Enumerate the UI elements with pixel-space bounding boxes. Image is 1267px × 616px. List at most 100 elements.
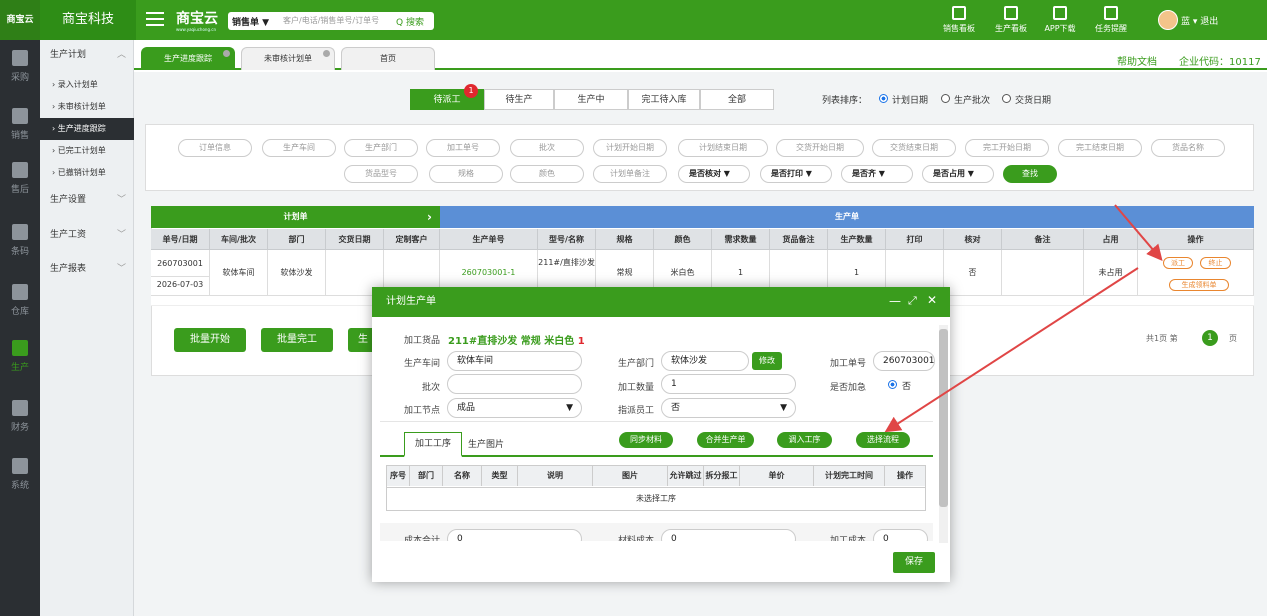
filter-occupied-select[interactable]: 是否占用 ▼: [922, 165, 994, 183]
task-reminder-button[interactable]: 任务提醒: [1088, 4, 1134, 38]
status-tab-all[interactable]: 全部: [700, 89, 774, 110]
tab-home[interactable]: 首页: [341, 47, 435, 70]
find-button[interactable]: 查找: [1003, 165, 1057, 183]
status-tab-pending-production[interactable]: 待生产: [484, 89, 554, 110]
submenu-group-settings[interactable]: 生产设置 ﹀: [40, 185, 134, 215]
nav-finance[interactable]: 财务: [0, 394, 40, 442]
dept-input[interactable]: 软体沙发: [661, 351, 749, 371]
filter-input[interactable]: 颜色: [510, 165, 584, 183]
submenu-group-wages[interactable]: 生产工资 ﹀: [40, 220, 134, 250]
submenu-item-entry[interactable]: › 录入计划单: [40, 74, 134, 96]
workshop-input[interactable]: 软体车间: [447, 351, 582, 371]
subtab-images[interactable]: 生产图片: [468, 437, 504, 450]
logout-link[interactable]: 退出: [1200, 17, 1218, 27]
modal-scrollbar[interactable]: [939, 325, 948, 543]
nav-system[interactable]: 系统: [0, 452, 40, 500]
filter-input[interactable]: 生产部门: [344, 139, 418, 157]
search-type-select[interactable]: 销售单 ▼: [232, 15, 269, 28]
node-select[interactable]: 成品 ▼: [447, 398, 582, 418]
chevron-right-icon[interactable]: ›: [419, 206, 440, 228]
tab-unreviewed[interactable]: 未审核计划单: [241, 47, 335, 70]
generate-material-button[interactable]: 生成领料单: [1169, 279, 1229, 291]
sort-radio-delivery[interactable]: [1002, 94, 1011, 103]
status-tab-pending-storage[interactable]: 完工待入库: [628, 89, 700, 110]
sync-material-button[interactable]: 同步材料: [619, 432, 673, 448]
avatar[interactable]: [1158, 10, 1178, 30]
sales-board-button[interactable]: 销售看板: [936, 4, 982, 38]
subtab-process[interactable]: 加工工序: [404, 432, 462, 457]
urgent-radio-no[interactable]: [888, 380, 897, 389]
material-cost-input[interactable]: 0: [661, 529, 796, 541]
filter-input[interactable]: 完工结束日期: [1058, 139, 1142, 157]
caret-down-icon: ▼: [780, 403, 787, 413]
company-code: 企业代码：10117: [1179, 57, 1261, 68]
select-flow-button[interactable]: 选择流程: [856, 432, 910, 448]
nav-warehouse[interactable]: 仓库: [0, 278, 40, 326]
app-logo[interactable]: 商宝云: [0, 0, 40, 40]
filter-checked-select[interactable]: 是否核对 ▼: [678, 165, 750, 183]
filter-input[interactable]: 计划结束日期: [678, 139, 768, 157]
filter-input[interactable]: 交货结束日期: [872, 139, 956, 157]
nav-aftersales[interactable]: 售后: [0, 156, 40, 204]
filter-input[interactable]: 生产车间: [262, 139, 336, 157]
submenu-item-tracking[interactable]: › 生产进度跟踪: [40, 118, 134, 140]
procno-input[interactable]: 260703001-: [873, 351, 935, 371]
close-icon[interactable]: ✕: [927, 293, 937, 307]
import-process-button[interactable]: 调入工序: [777, 432, 832, 448]
help-link[interactable]: 帮助文档: [1117, 53, 1157, 68]
modify-button[interactable]: 修改: [752, 352, 782, 370]
filter-input[interactable]: 规格: [429, 165, 503, 183]
terminate-button[interactable]: 终止: [1200, 257, 1231, 269]
qty-input[interactable]: 1: [661, 374, 796, 394]
user-menu[interactable]: 蓝 ▾ 退出: [1181, 14, 1218, 27]
nav-barcode[interactable]: 条码: [0, 218, 40, 266]
user-name[interactable]: 蓝 ▾: [1181, 17, 1197, 27]
grid-column-header: 计划完工时间: [814, 466, 885, 486]
submenu-item-finished[interactable]: › 已完工计划单: [40, 140, 134, 162]
cost-input[interactable]: 0: [447, 529, 582, 541]
filter-input[interactable]: 货品名称: [1151, 139, 1225, 157]
close-icon[interactable]: [223, 50, 230, 57]
page-number[interactable]: 1: [1202, 330, 1218, 346]
caret-down-icon: ▼: [566, 403, 573, 413]
submenu-group-plan[interactable]: 生产计划 ︿: [40, 40, 134, 70]
filter-input[interactable]: 交货开始日期: [776, 139, 864, 157]
nav-purchase[interactable]: 采购: [0, 44, 40, 92]
minimize-icon[interactable]: —: [889, 294, 901, 308]
batch-start-button[interactable]: 批量开始: [174, 328, 246, 352]
grid-column-header: 图片: [593, 466, 668, 486]
filter-input[interactable]: 订单信息: [178, 139, 252, 157]
process-cost-input[interactable]: 0: [873, 529, 928, 541]
tab-progress-tracking[interactable]: 生产进度跟踪: [141, 47, 235, 70]
close-icon[interactable]: [323, 50, 330, 57]
assign-select[interactable]: 否 ▼: [661, 398, 796, 418]
search-button[interactable]: Q 搜索: [396, 15, 424, 28]
gear-icon: [12, 458, 28, 474]
filter-printed-select[interactable]: 是否打印 ▼: [760, 165, 832, 183]
merge-order-button[interactable]: 合并生产单: [697, 432, 754, 448]
filter-input[interactable]: 货品型号: [344, 165, 418, 183]
nav-sales[interactable]: 销售: [0, 102, 40, 150]
menu-toggle-icon[interactable]: [146, 12, 164, 27]
save-button[interactable]: 保存: [893, 552, 935, 573]
filter-input[interactable]: 计划开始日期: [593, 139, 667, 157]
filter-input[interactable]: 加工单号: [426, 139, 500, 157]
app-download-button[interactable]: APP下载: [1037, 4, 1083, 38]
filter-input[interactable]: 批次: [510, 139, 584, 157]
sort-radio-plan-date[interactable]: [879, 94, 888, 103]
maximize-icon[interactable]: ⤢: [908, 294, 917, 308]
batch-finish-button[interactable]: 批量完工: [261, 328, 333, 352]
submenu-item-unreviewed[interactable]: › 未审核计划单: [40, 96, 134, 118]
production-board-button[interactable]: 生产看板: [988, 4, 1034, 38]
status-tab-in-production[interactable]: 生产中: [554, 89, 628, 110]
submenu-item-cancelled[interactable]: › 已撤销计划单: [40, 162, 134, 184]
batch-input[interactable]: [447, 374, 582, 394]
filter-complete-select[interactable]: 是否齐 ▼: [841, 165, 913, 183]
nav-production[interactable]: 生产: [0, 334, 40, 382]
search-input[interactable]: 客户/电话/销售单号/订单号: [283, 15, 379, 26]
filter-input[interactable]: 完工开始日期: [965, 139, 1049, 157]
dispatch-button[interactable]: 派工: [1163, 257, 1193, 269]
filter-input[interactable]: 计划单备注: [593, 165, 667, 183]
sort-radio-batch[interactable]: [941, 94, 950, 103]
submenu-group-reports[interactable]: 生产报表 ﹀: [40, 254, 134, 284]
